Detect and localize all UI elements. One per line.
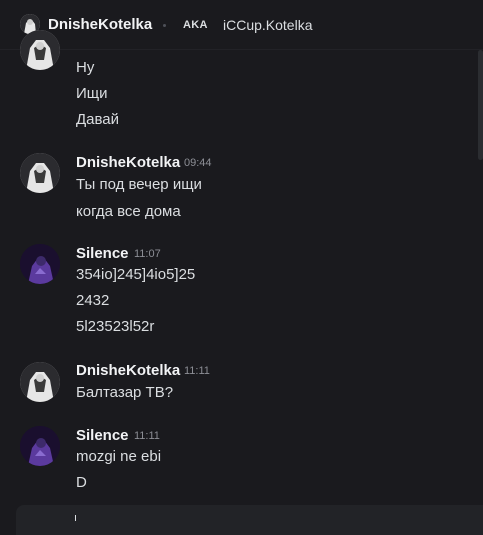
header-user-name[interactable]: DnisheKotelka <box>48 16 152 33</box>
author-avatar[interactable] <box>20 30 60 70</box>
header-separator <box>163 24 166 27</box>
author-avatar[interactable] <box>20 153 60 193</box>
message-line: когда все дома <box>76 203 181 220</box>
header-alias: iCCup.Kotelka <box>223 17 313 33</box>
message-line: Ну <box>76 59 95 76</box>
message-line: D <box>76 474 87 491</box>
message-line: mozgi ne ebi <box>76 448 162 465</box>
message-line: Балтазар ТВ? <box>76 384 174 401</box>
message-line: Ты под вечер ищи <box>76 176 202 193</box>
scrollbar-thumb[interactable] <box>478 50 483 160</box>
author-avatar[interactable] <box>20 426 60 466</box>
message-line: Ищи <box>76 85 108 102</box>
message-timestamp: 11:11 <box>134 430 160 442</box>
author-name[interactable]: Silence <box>76 427 129 444</box>
author-avatar[interactable] <box>20 244 60 284</box>
author-name[interactable]: Silence <box>76 245 129 262</box>
author-name[interactable]: DnisheKotelka <box>76 362 180 379</box>
message-input[interactable] <box>16 505 483 535</box>
message-line: 354io]245]4io5]25 <box>76 266 196 283</box>
aka-label: AKA <box>183 19 208 31</box>
author-name[interactable]: DnisheKotelka <box>76 154 180 171</box>
message-timestamp: 09:44 <box>184 157 212 169</box>
message-line: Давай <box>76 111 120 128</box>
message-line: 5l23523l52r <box>76 318 155 335</box>
message-timestamp: 11:11 <box>184 365 210 377</box>
message-line: 2432 <box>76 292 110 309</box>
author-avatar[interactable] <box>20 362 60 402</box>
message-timestamp: 11:07 <box>134 248 161 260</box>
text-caret <box>75 515 76 521</box>
channel-header: DnisheKotelka AKA iCCup.Kotelka <box>0 0 483 50</box>
